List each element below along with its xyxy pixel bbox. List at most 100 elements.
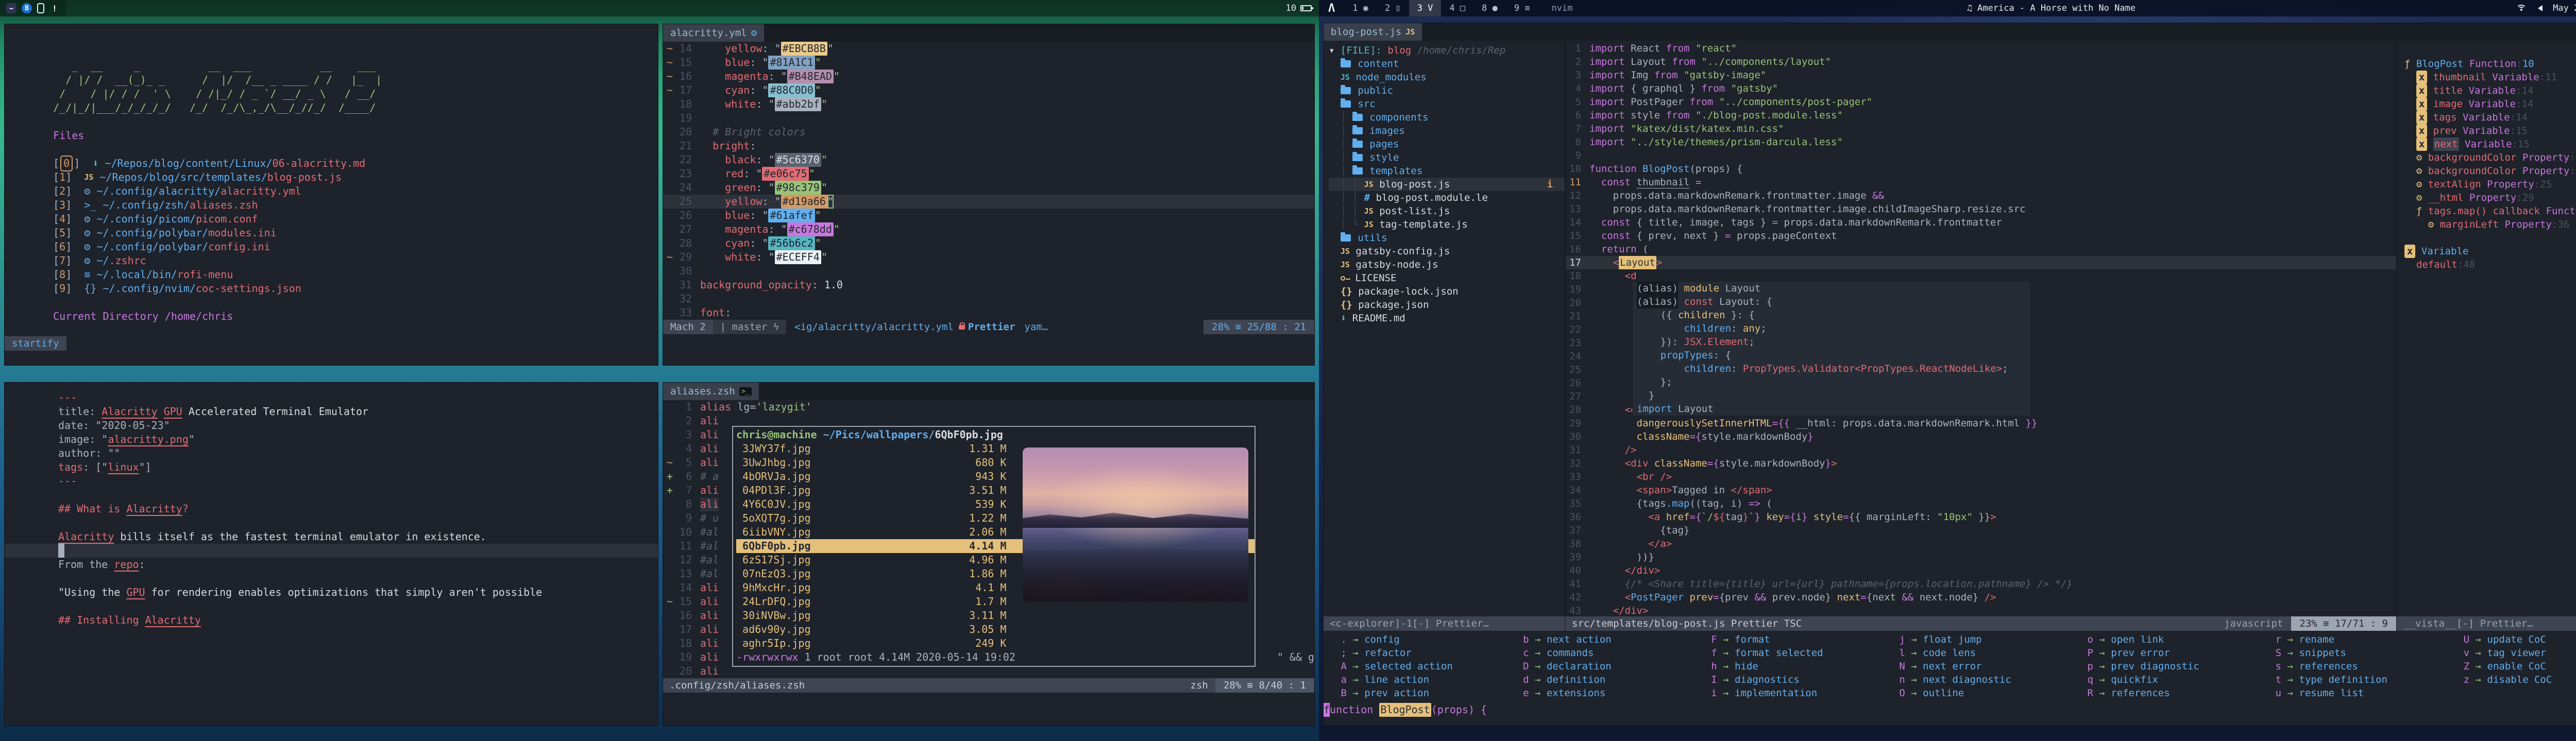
markdown-buffer[interactable]: ---title: Alacritty GPU Accelerated Term… [5,383,658,627]
filetype-segment: javascript [2224,618,2291,629]
workspace-switcher[interactable]: 1 ◉ 2 ▯ 3 V 4 □ 8 ● 9 ≡ [1344,0,1538,16]
tree-item: src [1329,97,1565,111]
tab-alacritty-yml[interactable]: alacritty.yml ⚙ [663,24,764,42]
keybinding: o → open link [2088,633,2276,646]
file-tree[interactable]: ▾ [FILE]: blog /home/chris/Rep content J… [1329,43,1565,325]
polybar-right: Λ 1 ◉ 2 ▯ 3 V 4 □ 8 ● 9 ≡ nvim ♫ America… [1319,0,2576,16]
system-tray[interactable]: ⌣ B ! [0,0,66,16]
terminal-aliases[interactable]: aliases.zsh >_ 1alias lg='lazygit' 2ali … [663,382,1315,726]
aliases-tabline: aliases.zsh >_ [663,383,1314,400]
tree-item: utils [1329,231,1565,245]
code-line: 10function BlogPost(props) { [1566,162,2396,176]
lsp-segment: Prettier [968,321,1015,333]
tab-aliases-zsh[interactable]: aliases.zsh >_ [663,383,759,400]
terminal-nvim[interactable]: blog-post.js JS ▾ [FILE]: blog /home/chr… [1323,23,2576,726]
markdown-line [5,599,658,613]
coc-explorer-pane[interactable]: ▾ [FILE]: blog /home/chris/Rep content J… [1324,41,1566,616]
hover-line: } [1637,389,2026,402]
yaml-line: 24 green: "#98c379" [663,181,1314,195]
terminal-startify[interactable]: _ __ _ __ ___ __ ___ / |/ / __(_)_ _ / |… [4,24,658,366]
outline-item: ⚙ backgroundColor Property: [2404,164,2576,178]
workspace-8[interactable]: 8 ● [1473,0,1506,16]
cmdline: function BlogPost(props) { [1324,703,2576,717]
monitor-right: Λ 1 ◉ 2 ▯ 3 V 4 □ 8 ● 9 ≡ nvim ♫ America… [1319,0,2576,741]
file-row: aghr5Ip.jpg 249 K [736,636,1255,650]
keybinding: B → prev action [1335,686,1523,700]
markdown-line [5,572,658,585]
workspace-9[interactable]: 9 ≡ [1506,0,1538,16]
whichkey-col-1[interactable]: . → config ; → refactor A → selected act… [1335,633,1523,703]
startify-buffer[interactable]: _ __ _ __ ___ __ ___ / |/ / __(_)_ _ / |… [5,24,658,323]
yaml-line: 19 [663,111,1314,125]
arch-logo-icon: Λ [1319,2,1344,15]
terminal-icon: >_ [739,387,752,396]
volume-icon[interactable] [2535,5,2543,11]
code-line: 4import { graphql } from "gatsby" [1566,82,2396,95]
markdown-line: ## What is Alacritty? [5,502,658,516]
code-line: 1import React from "react" [1566,42,2396,55]
vista-outline-pane[interactable]: ƒ BlogPost Function:10 x thumbnail Varia… [2397,41,2576,616]
tree-item: │ └ JS tag-template.js [1329,218,1565,231]
startify-line: Current Directory /home/chris [35,309,658,323]
terminal-markdown[interactable]: ---title: Alacritty GPU Accelerated Term… [4,382,658,726]
tab-blog-post-js[interactable]: blog-post.js JS [1324,23,1422,41]
hover-doc-popup: (alias) module Layout(alias) const Layou… [1633,282,2030,416]
tree-item: │ │ JS post-list.js [1329,204,1565,218]
file-picker-float[interactable]: chris@machine ~/Pics/wallpapers/6QbF0pb.… [732,426,1256,667]
code-line: 13 props.data.markdownRemark.frontmatter… [1566,202,2396,216]
startify-line: / |/ / __(_)_ _ / |/ /__ _ ____ / / |_ | [35,73,658,87]
explorer-statusline: <c-explorer]-1[-] Prettier… [1324,616,1566,631]
alacritty-buffer[interactable]: ~14 yellow: "#EBCB8B"~15 blue: "#81A1C1"… [663,42,1314,320]
yaml-line: ~17 cyan: "#88C0D0" [663,83,1314,97]
terminal-alacritty-config[interactable]: alacritty.yml ⚙ ~14 yellow: "#EBCB8B"~15… [663,24,1315,366]
code-line: 43 </div> [1566,604,2396,616]
outline-item: x image Variable:14 [2404,97,2576,111]
keybinding: u → resume list [2276,686,2464,700]
whichkey-col-4[interactable]: j → float jumpl → code lensN → next erro… [1899,633,2087,703]
bluetooth-icon[interactable]: B [22,3,32,13]
whichkey-col-5[interactable]: o → open linkP → prev errorp → prev diag… [2088,633,2276,703]
keybinding: a → line action [1335,673,1523,686]
hover-line: propTypes: { [1637,349,2026,362]
code-line: 5import PostPager from "../components/po… [1566,95,2396,109]
markdown-line: tags: ["linux"] [5,460,658,474]
discord-icon[interactable]: ⌣ [6,3,16,13]
code-line: 18 <d [1566,269,2396,283]
file-row: 30iNVBw.jpg3.11 M [736,609,1255,623]
workspace-2[interactable]: 2 ▯ [1377,0,1409,16]
workspace-3-active[interactable]: 3 V [1409,0,1442,16]
outline-item: x tags Variable:14 [2404,111,2576,124]
notification-icon[interactable]: ! [49,3,60,13]
phone-icon[interactable] [37,3,44,13]
whichkey-col-3[interactable]: F → formatf → format selectedh → hideI →… [1711,633,1899,703]
whichkey-col-2[interactable]: b → next actionc → commandsD → declarati… [1523,633,1711,703]
keybinding: . → config [1335,633,1523,646]
wifi-icon[interactable] [2516,5,2527,12]
outline-item: x next Variable:15 [2404,137,2576,151]
workspace-4[interactable]: 4 □ [1441,0,1473,16]
code-editor-pane[interactable]: 1import React from "react"2import Layout… [1566,41,2397,616]
keybinding: f → format selected [1711,646,1899,660]
polybar-left: ⌣ B ! 10 [0,0,1319,16]
workspace-1[interactable]: 1 ◉ [1344,0,1377,16]
startify-line: [6] ⚙ ~/.config/polybar/config.ini [35,240,658,254]
startify-line: [1] JS ~/Repos/blog/src/templates/blog-p… [35,170,658,184]
now-playing-label[interactable]: ♫ America - A Horse with No Name [1967,3,2136,13]
keybinding: h → hide [1711,660,1899,673]
position-segment: 28% ≡ 25/88 : 21 [1204,320,1314,334]
startify-line: / / |/ / / ' \ / /|_/ / _ `/ __/ _ \ / _… [35,87,658,101]
yaml-line: 33font: [663,306,1314,320]
keybinding: R → references [2088,686,2276,700]
keybinding: N → next error [1899,660,2087,673]
yaml-line: 28 cyan: "#56b6c2" [663,236,1314,250]
whichkey-col-6[interactable]: r → renameS → snippetss → referencest → … [2276,633,2464,703]
whichkey-col-7[interactable]: U → update CoCv → tag viewerZ → enable C… [2464,633,2576,703]
filetype-segment: yam… [1015,321,1048,333]
bar-right-group: May 25, 2020 ≡ [2516,2,2576,14]
code-line: 3import Img from "gatsby-image" [1566,68,2396,82]
yaml-line: ~14 yellow: "#EBCB8B" [663,42,1314,56]
outline-tree[interactable]: ƒ BlogPost Function:10 x thumbnail Varia… [2404,43,2576,271]
code-line: 42 <PostPager prev={prev && prev.node} n… [1566,591,2396,604]
outline-item: x title Variable:14 [2404,84,2576,97]
tab-label: aliases.zsh [670,386,735,397]
